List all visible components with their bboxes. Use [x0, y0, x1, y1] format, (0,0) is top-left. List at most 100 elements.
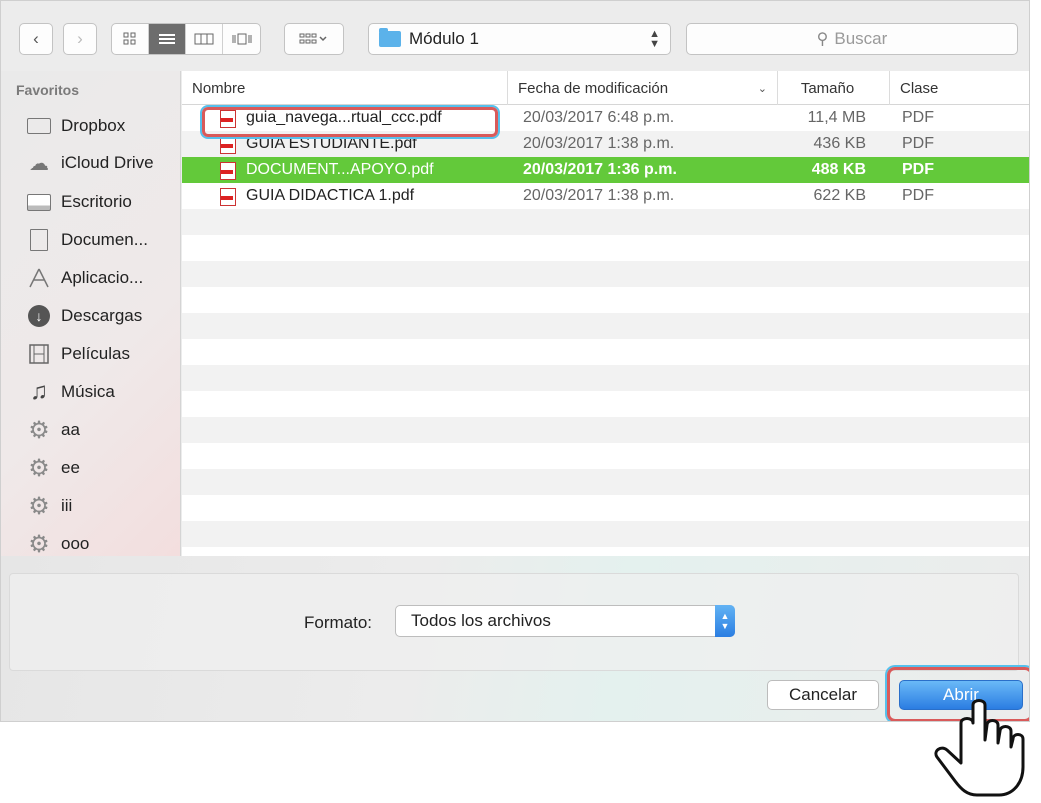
sidebar-item-ee[interactable]: ⚙ ee [25, 453, 80, 483]
file-size: 622 KB [813, 187, 866, 204]
sidebar-item-label: ee [61, 458, 80, 477]
sidebar-item-escritorio[interactable]: Escritorio [25, 187, 132, 217]
empty-row [182, 235, 1029, 261]
empty-row [182, 209, 1029, 235]
sidebar-item-dropbox[interactable]: Dropbox [25, 111, 125, 141]
sidebar-item-peliculas[interactable]: Películas [25, 339, 130, 369]
arrange-icon [299, 33, 327, 44]
sidebar-item-label: Descargas [61, 306, 143, 325]
file-date: 20/03/2017 1:38 p.m. [523, 187, 675, 204]
view-mode-group [111, 23, 261, 55]
column-header-kind[interactable]: Clase [889, 71, 1029, 105]
file-name: GUÍA ESTUDIANTE.pdf [246, 135, 417, 152]
view-icons-button[interactable] [112, 24, 149, 54]
sidebar-item-iii[interactable]: ⚙ iii [25, 491, 72, 521]
format-select[interactable]: Todos los archivos ▲ ▼ [395, 605, 735, 637]
sidebar-item-ooo[interactable]: ⚙ ooo [25, 529, 89, 559]
pdf-icon [218, 135, 236, 154]
open-file-dialog: ‹ › Módulo 1 ▲ ▼ ⚲ Buscar Favoritos Drop… [0, 0, 1030, 722]
sidebar-item-label: iii [61, 496, 73, 515]
sidebar-item-aplicaciones[interactable]: Aplicacio... [25, 263, 143, 293]
hand-cursor-icon [934, 699, 1025, 797]
updown-icon: ▲ ▼ [649, 28, 660, 50]
empty-row [182, 287, 1029, 313]
file-date: 20/03/2017 6:48 p.m. [523, 109, 675, 126]
location-select[interactable]: Módulo 1 ▲ ▼ [368, 23, 671, 55]
pdf-icon [218, 161, 236, 180]
table-row[interactable]: GUIA DIDACTICA 1.pdf 20/03/2017 1:38 p.m… [182, 183, 1029, 209]
view-coverflow-button[interactable] [223, 24, 260, 54]
view-columns-button[interactable] [186, 24, 223, 54]
arrange-button[interactable] [284, 23, 344, 55]
view-list-button[interactable] [149, 24, 186, 54]
pdf-icon [218, 187, 236, 206]
document-icon [25, 229, 53, 251]
sidebar-item-label: aa [61, 420, 80, 439]
file-date: 20/03/2017 1:38 p.m. [523, 135, 675, 152]
format-value: Todos los archivos [411, 611, 551, 630]
format-label: Formato: [304, 613, 373, 632]
column-header-size[interactable]: Tamaño [777, 71, 877, 105]
sidebar-item-label: Películas [61, 344, 130, 363]
chevron-down-icon: ⌄ [757, 82, 767, 95]
empty-row [182, 469, 1029, 495]
sidebar-item-icloud[interactable]: ☁ iCloud Drive [25, 148, 154, 178]
folder-icon [25, 115, 53, 137]
forward-button[interactable]: › [63, 23, 97, 55]
coverflow-icon [232, 33, 251, 45]
column-header-date[interactable]: Fecha de modificación ⌄ [507, 71, 777, 105]
file-name-cell: GUIA DIDACTICA 1.pdf [218, 183, 414, 209]
search-field[interactable]: ⚲ Buscar [686, 23, 1018, 55]
sidebar: Favoritos Dropbox ☁ iCloud Drive Escrito… [1, 71, 181, 559]
column-header-name[interactable]: Nombre [182, 71, 507, 105]
sidebar-heading: Favoritos [16, 82, 80, 98]
column-header-label: Tamaño [800, 79, 855, 97]
sidebar-item-label: Dropbox [61, 116, 126, 135]
download-icon: ↓ [25, 305, 53, 327]
columns-icon [194, 33, 214, 45]
empty-row [182, 391, 1029, 417]
chevron-left-icon: ‹ [33, 29, 39, 48]
file-kind: PDF [902, 161, 934, 178]
sidebar-item-musica[interactable]: ♫ Música [25, 377, 115, 407]
back-button[interactable]: ‹ [19, 23, 53, 55]
sidebar-item-label: Aplicacio... [61, 268, 144, 287]
file-kind: PDF [902, 135, 934, 152]
file-size: 488 KB [811, 161, 866, 178]
gear-icon: ⚙ [28, 416, 50, 444]
cancel-button[interactable]: Cancelar [767, 680, 879, 710]
file-name-cell: DOCUMENT...APOYO.pdf [218, 157, 434, 183]
cloud-icon: ☁ [29, 152, 49, 175]
gear-icon: ⚙ [28, 454, 50, 482]
column-header-label: Fecha de modificación [518, 79, 669, 97]
grid-icon [123, 32, 136, 45]
column-header-label: Nombre [192, 79, 246, 97]
film-icon [25, 343, 53, 365]
sidebar-item-label: Documen... [61, 230, 148, 249]
empty-row [182, 313, 1029, 339]
gear-icon: ⚙ [28, 492, 50, 520]
desktop-icon [25, 191, 53, 213]
empty-row [182, 417, 1029, 443]
toolbar: ‹ › Módulo 1 ▲ ▼ ⚲ Buscar [1, 1, 1029, 71]
file-size: 11,4 MB [807, 109, 866, 126]
list-header: Nombre Fecha de modificación ⌄ Tamaño Cl… [182, 71, 1029, 105]
sidebar-item-documentos[interactable]: Documen... [25, 225, 148, 255]
gear-icon: ⚙ [28, 530, 50, 558]
updown-icon: ▲ ▼ [715, 605, 735, 637]
applications-icon [25, 267, 53, 289]
search-icon: ⚲ [816, 31, 829, 48]
empty-row [182, 339, 1029, 365]
search-placeholder: Buscar [834, 29, 888, 48]
folder-icon [379, 28, 401, 47]
location-label: Módulo 1 [409, 29, 479, 48]
file-size: 436 KB [813, 135, 866, 152]
file-kind: PDF [902, 187, 934, 204]
table-row-selected[interactable]: DOCUMENT...APOYO.pdf 20/03/2017 1:36 p.m… [182, 157, 1029, 183]
sidebar-item-descargas[interactable]: ↓ Descargas [25, 301, 142, 331]
file-date: 20/03/2017 1:36 p.m. [523, 161, 677, 178]
sidebar-item-aa[interactable]: ⚙ aa [25, 415, 80, 445]
music-icon: ♫ [30, 378, 48, 405]
empty-row [182, 495, 1029, 521]
sidebar-item-label: Música [61, 382, 115, 401]
